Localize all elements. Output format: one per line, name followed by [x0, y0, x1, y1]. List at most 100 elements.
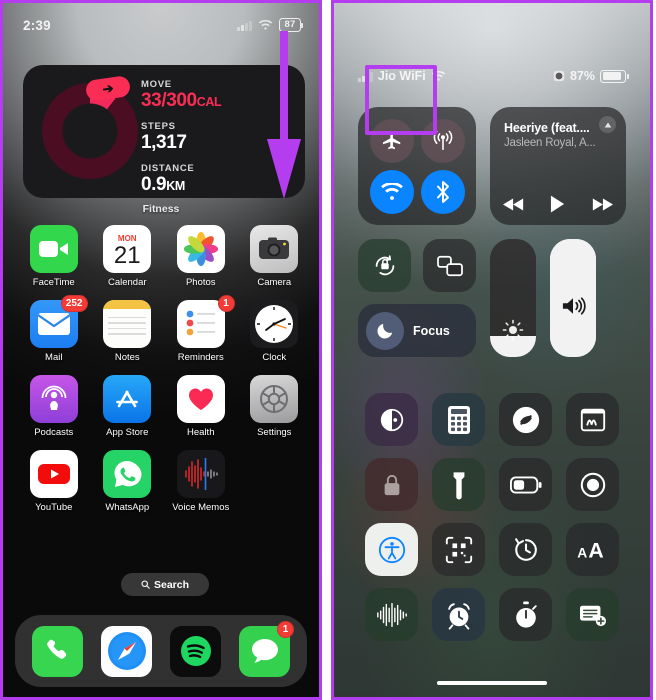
health-icon [177, 375, 225, 423]
app-whatsapp[interactable]: WhatsApp [91, 450, 165, 513]
brightness-slider[interactable] [490, 239, 536, 357]
activity-ring: ➔ [23, 65, 141, 198]
app-store-icon [103, 375, 151, 423]
move-value: 33/300CAL [141, 90, 221, 112]
bluetooth-toggle[interactable] [421, 170, 465, 214]
track-title: Heeriye (feat.... [504, 121, 612, 135]
moon-icon [366, 312, 404, 350]
app-label: Notes [115, 352, 140, 363]
low-power-mode-button[interactable] [499, 458, 552, 511]
screen-mirroring-toggle[interactable] [423, 239, 476, 292]
widget-label: Fitness [3, 203, 319, 215]
badge-count: 1 [218, 295, 235, 312]
flashlight-button[interactable] [432, 458, 485, 511]
text-size-button[interactable]: A A [566, 523, 619, 576]
sleep-timer-button[interactable] [499, 523, 552, 576]
app-clock[interactable]: Clock [238, 300, 312, 363]
app-label: FaceTime [33, 277, 75, 288]
app-reminders[interactable]: 1 Reminders [164, 300, 238, 363]
app-label: App Store [106, 427, 148, 438]
now-playing-module[interactable]: Heeriye (feat.... Jasleen Royal, A... [490, 107, 626, 225]
alarm-button[interactable] [432, 588, 485, 641]
dock-safari[interactable] [101, 626, 152, 677]
brightness-icon [490, 319, 536, 341]
signal-bars-icon [358, 71, 373, 82]
alarm-icon [553, 70, 565, 82]
svg-text:A: A [577, 544, 587, 560]
airplay-icon[interactable] [599, 116, 616, 133]
stopwatch-button[interactable] [499, 588, 552, 641]
distance-label: DISTANCE [141, 163, 221, 174]
app-podcasts[interactable]: Podcasts [17, 375, 91, 438]
app-voice-memos[interactable]: Voice Memos [164, 450, 238, 513]
shazam-button[interactable] [499, 393, 552, 446]
search-icon [141, 580, 150, 589]
down-arrow-annotation [267, 31, 301, 201]
app-app-store[interactable]: App Store [91, 375, 165, 438]
calculator-button[interactable] [432, 393, 485, 446]
app-settings[interactable]: Settings [238, 375, 312, 438]
connectivity-module [358, 107, 476, 225]
focus-toggle[interactable]: Focus [358, 304, 476, 357]
code-scanner-button[interactable] [432, 523, 485, 576]
rewind-icon[interactable] [503, 198, 525, 211]
wifi-toggle[interactable] [370, 170, 414, 214]
dock: 1 [15, 615, 307, 687]
app-facetime[interactable]: FaceTime [17, 225, 91, 288]
carrier-label: Jio WiFi [378, 69, 426, 83]
focus-label: Focus [413, 324, 450, 338]
app-mail[interactable]: 252 Mail [17, 300, 91, 363]
app-label: Reminders [178, 352, 224, 363]
app-label: Mail [45, 352, 62, 363]
control-center-grid: A A [358, 393, 626, 641]
battery-percent: 87% [570, 69, 595, 83]
notes-icon [103, 300, 151, 348]
app-grid: FaceTime MON 21 Calendar [17, 225, 311, 513]
app-label: Calendar [108, 277, 147, 288]
accessibility-button[interactable] [365, 523, 418, 576]
podcasts-icon [30, 375, 78, 423]
badge-count: 252 [61, 295, 88, 312]
app-camera[interactable]: Camera [238, 225, 312, 288]
dock-spotify[interactable] [170, 626, 221, 677]
track-artist: Jasleen Royal, A... [504, 137, 612, 149]
cellular-data-toggle[interactable] [421, 119, 465, 163]
app-label: Settings [257, 427, 291, 438]
notes-quicknote-button[interactable] [566, 393, 619, 446]
svg-text:A: A [588, 539, 603, 562]
search-pill[interactable]: Search [121, 573, 209, 596]
fitness-stats: MOVE 33/300CAL STEPS 1,317 DISTANCE 0.9K… [141, 65, 221, 198]
guided-access-button[interactable] [365, 458, 418, 511]
wifi-icon [431, 71, 446, 82]
app-label: Photos [186, 277, 216, 288]
airplane-mode-toggle[interactable] [370, 119, 414, 163]
home-indicator[interactable] [437, 681, 547, 685]
dark-mode-toggle[interactable] [365, 393, 418, 446]
play-icon[interactable] [550, 195, 565, 213]
battery-icon: 87 [279, 18, 301, 32]
dock-messages[interactable]: 1 [239, 626, 290, 677]
photos-icon [177, 225, 225, 273]
safari-icon [101, 626, 152, 677]
distance-value: 0.9KM [141, 174, 221, 196]
quick-note-button[interactable] [566, 588, 619, 641]
app-photos[interactable]: Photos [164, 225, 238, 288]
app-health[interactable]: Health [164, 375, 238, 438]
app-calendar[interactable]: MON 21 Calendar [91, 225, 165, 288]
search-label: Search [154, 579, 189, 591]
app-notes[interactable]: Notes [91, 300, 165, 363]
dock-phone[interactable] [32, 626, 83, 677]
settings-icon [250, 375, 298, 423]
fitness-widget[interactable]: ➔ MOVE 33/300CAL STEPS 1,317 DISTANCE 0.… [23, 65, 305, 198]
hearing-button[interactable] [365, 588, 418, 641]
screen-recording-button[interactable] [566, 458, 619, 511]
move-label: MOVE [141, 79, 221, 90]
volume-slider[interactable] [550, 239, 596, 357]
fast-forward-icon[interactable] [591, 198, 613, 211]
rotation-lock-toggle[interactable] [358, 239, 411, 292]
steps-label: STEPS [141, 121, 221, 132]
app-label: Podcasts [34, 427, 73, 438]
status-time: 2:39 [23, 18, 51, 33]
app-youtube[interactable]: YouTube [17, 450, 91, 513]
badge-count: 1 [277, 621, 294, 638]
